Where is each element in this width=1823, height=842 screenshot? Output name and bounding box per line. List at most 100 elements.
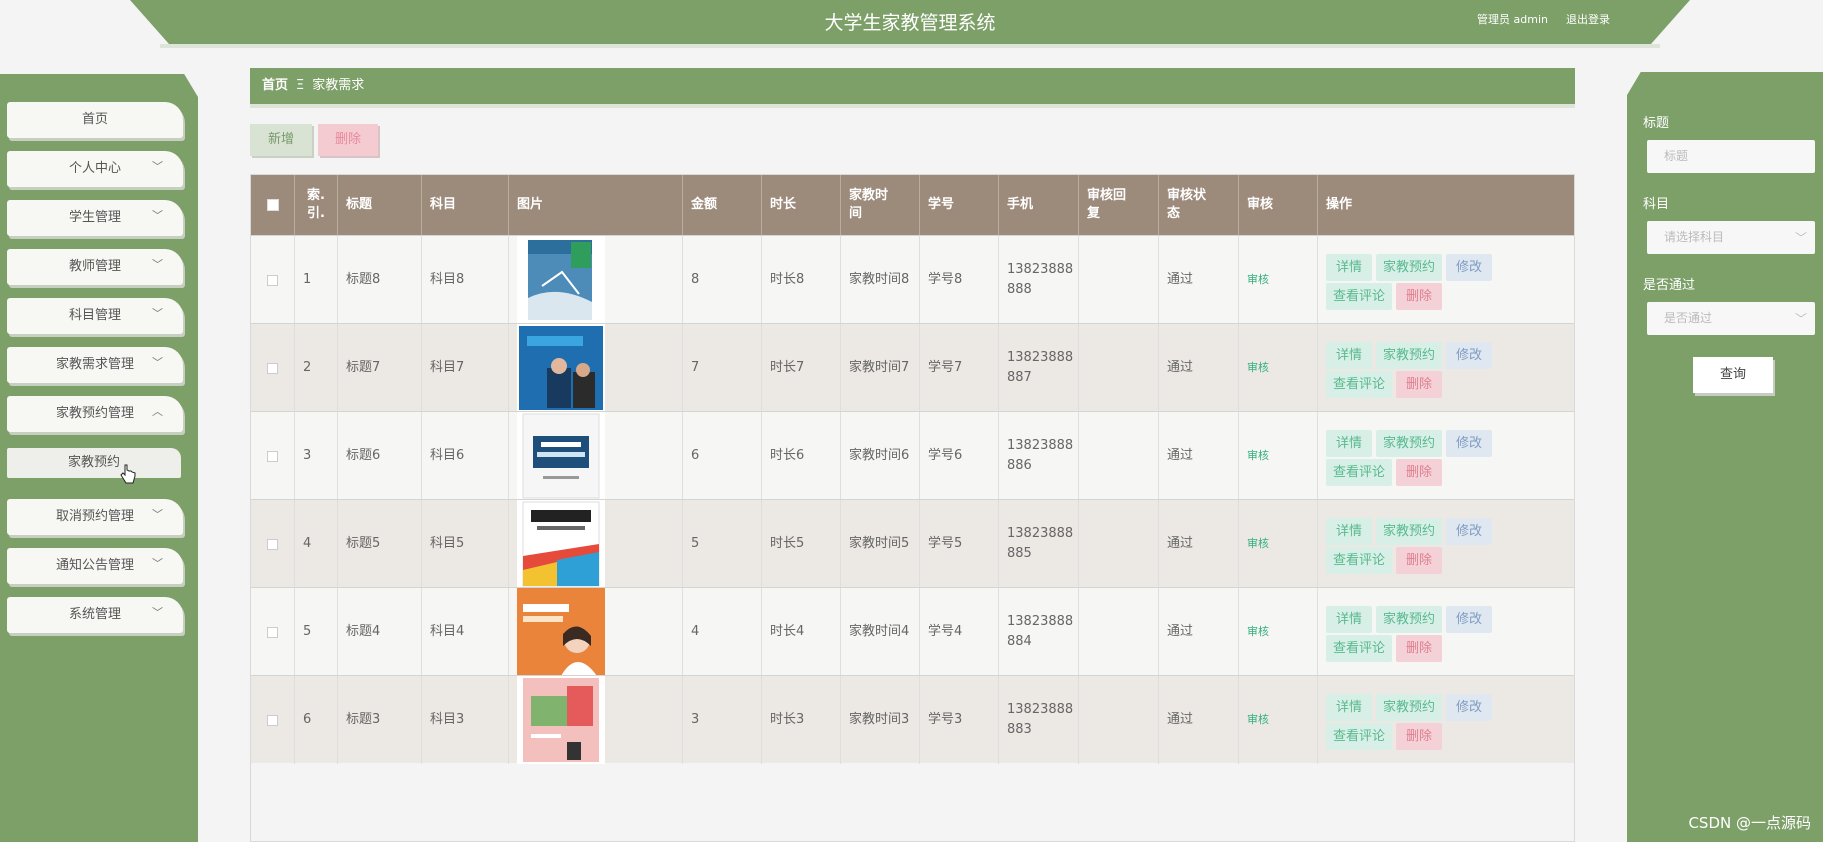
row-delete-button[interactable]: 删除 [1396,635,1442,662]
audit-link[interactable]: 审核 [1247,534,1269,554]
select-all-cell [251,175,295,235]
row-checkbox[interactable] [267,274,278,286]
delete-button[interactable]: 删除 [318,124,378,156]
detail-button[interactable]: 详情 [1326,606,1372,633]
book-button[interactable]: 家教预约 [1376,694,1442,721]
book-cover-image [517,500,605,588]
query-button[interactable]: 查询 [1693,357,1773,393]
header-title: 标题 [338,175,422,235]
audit-link[interactable]: 审核 [1247,358,1269,378]
student-no-cell: 学号5 [920,500,999,588]
data-table: 索. 引. 标题 科目 图片 金额 时长 家教时间 学号 手机 审核回复 审核状态… [250,174,1575,842]
subject-cell: 科目3 [422,676,509,764]
book-button[interactable]: 家教预约 [1376,606,1442,633]
detail-button[interactable]: 详情 [1326,342,1372,369]
audit-link[interactable]: 审核 [1247,622,1269,642]
header-subject: 科目 [422,175,509,235]
table-row: 6 标题3 科目3 3 时长3 家教时间3 学号3 13823888 883 通过 审核 详情 家教预约… [251,675,1574,764]
audit-link[interactable]: 审核 [1247,710,1269,730]
phone-line1: 13823888 [1007,438,1074,453]
edit-button[interactable]: 修改 [1446,518,1492,545]
add-button[interactable]: 新增 [250,124,312,156]
row-checkbox[interactable] [267,362,278,374]
view-comments-button[interactable]: 查看评论 [1326,283,1392,310]
row-delete-button[interactable]: 删除 [1396,283,1442,310]
logout-link[interactable]: 退出登录 [1566,11,1610,27]
search-panel: 标题 标题 科目 请选择科目 ﹀ 是否通过 是否通过 ﹀ 查询 [1627,72,1823,842]
view-comments-button[interactable]: 查看评论 [1326,371,1392,398]
sidebar-item-student-management[interactable]: 学生管理 ﹀ [7,200,183,236]
sidebar-subitem-tutoring-booking[interactable]: 家教预约 [7,448,181,478]
book-button[interactable]: 家教预约 [1376,518,1442,545]
time-cell: 家教时间7 [841,324,920,412]
audit-link[interactable]: 审核 [1247,270,1269,290]
amount-cell: 7 [683,324,762,412]
row-delete-button[interactable]: 删除 [1396,371,1442,398]
sidebar-item-personal-center[interactable]: 个人中心 ﹀ [7,151,183,187]
row-checkbox[interactable] [267,714,278,726]
pass-select-placeholder: 是否通过 [1664,311,1713,325]
view-comments-button[interactable]: 查看评论 [1326,723,1392,750]
sidebar-item-home[interactable]: 首页 [7,102,183,138]
breadcrumb: 首页 Ξ 家教需求 [250,68,1575,104]
edit-button[interactable]: 修改 [1446,694,1492,721]
detail-button[interactable]: 详情 [1326,518,1372,545]
title-input[interactable]: 标题 [1647,140,1815,173]
view-comments-button[interactable]: 查看评论 [1326,547,1392,574]
watermark: CSDN @一点源码 [1688,814,1811,832]
sidebar-item-notice-management[interactable]: 通知公告管理 ﹀ [7,548,183,584]
select-all-checkbox[interactable] [266,199,279,211]
status-cell: 通过 [1159,676,1239,764]
status-cell: 通过 [1159,236,1239,324]
reply-cell [1079,588,1159,676]
subject-select[interactable]: 请选择科目 ﹀ [1647,221,1815,254]
phone-cell: 13823888 888 [999,236,1079,324]
view-comments-button[interactable]: 查看评论 [1326,459,1392,486]
detail-button[interactable]: 详情 [1326,694,1372,721]
chevron-down-icon: ﹀ [152,209,163,222]
chevron-down-icon: ﹀ [152,356,163,369]
chevron-down-icon: ﹀ [152,508,163,521]
edit-button[interactable]: 修改 [1446,430,1492,457]
view-comments-button[interactable]: 查看评论 [1326,635,1392,662]
row-delete-button[interactable]: 删除 [1396,547,1442,574]
row-delete-button[interactable]: 删除 [1396,723,1442,750]
time-cell: 家教时间8 [841,236,920,324]
edit-button[interactable]: 修改 [1446,342,1492,369]
sidebar-item-tutoring-booking-management[interactable]: 家教预约管理 ︿ [7,396,183,432]
header-time-line1: 家教时 [849,188,889,203]
sidebar-item-tutoring-demand-management[interactable]: 家教需求管理 ﹀ [7,347,183,383]
header-image: 图片 [509,175,683,235]
book-button[interactable]: 家教预约 [1376,430,1442,457]
sidebar-item-cancel-booking-management[interactable]: 取消预约管理 ﹀ [7,499,183,535]
title-cell: 标题3 [338,676,422,764]
sidebar-item-subject-management[interactable]: 科目管理 ﹀ [7,298,183,334]
image-cell [509,676,683,764]
duration-cell: 时长3 [762,676,841,764]
sidebar-item-label: 系统管理 [68,607,121,622]
header-duration: 时长 [762,175,841,235]
row-checkbox[interactable] [267,538,278,550]
duration-cell: 时长6 [762,412,841,500]
sidebar-item-teacher-management[interactable]: 教师管理 ﹀ [7,249,183,285]
row-checkbox[interactable] [267,450,278,462]
row-checkbox[interactable] [267,626,278,638]
audit-link[interactable]: 审核 [1247,446,1269,466]
edit-button[interactable]: 修改 [1446,606,1492,633]
book-button[interactable]: 家教预约 [1376,254,1442,281]
phone-line2: 886 [1007,458,1032,473]
book-button[interactable]: 家教预约 [1376,342,1442,369]
phone-cell: 13823888 886 [999,412,1079,500]
detail-button[interactable]: 详情 [1326,254,1372,281]
amount-cell: 6 [683,412,762,500]
pass-select[interactable]: 是否通过 ﹀ [1647,302,1815,335]
edit-button[interactable]: 修改 [1446,254,1492,281]
table-row: 1 标题8 科目8 8 时长8 家教时间8 学号8 13823888 888 通过 审核 详情 家教预约… [251,235,1574,324]
subject-cell: 科目5 [422,500,509,588]
sidebar-item-label: 个人中心 [68,161,121,176]
breadcrumb-home[interactable]: 首页 [262,78,288,93]
row-delete-button[interactable]: 删除 [1396,459,1442,486]
sidebar-item-system-management[interactable]: 系统管理 ﹀ [7,597,183,633]
duration-cell: 时长5 [762,500,841,588]
detail-button[interactable]: 详情 [1326,430,1372,457]
